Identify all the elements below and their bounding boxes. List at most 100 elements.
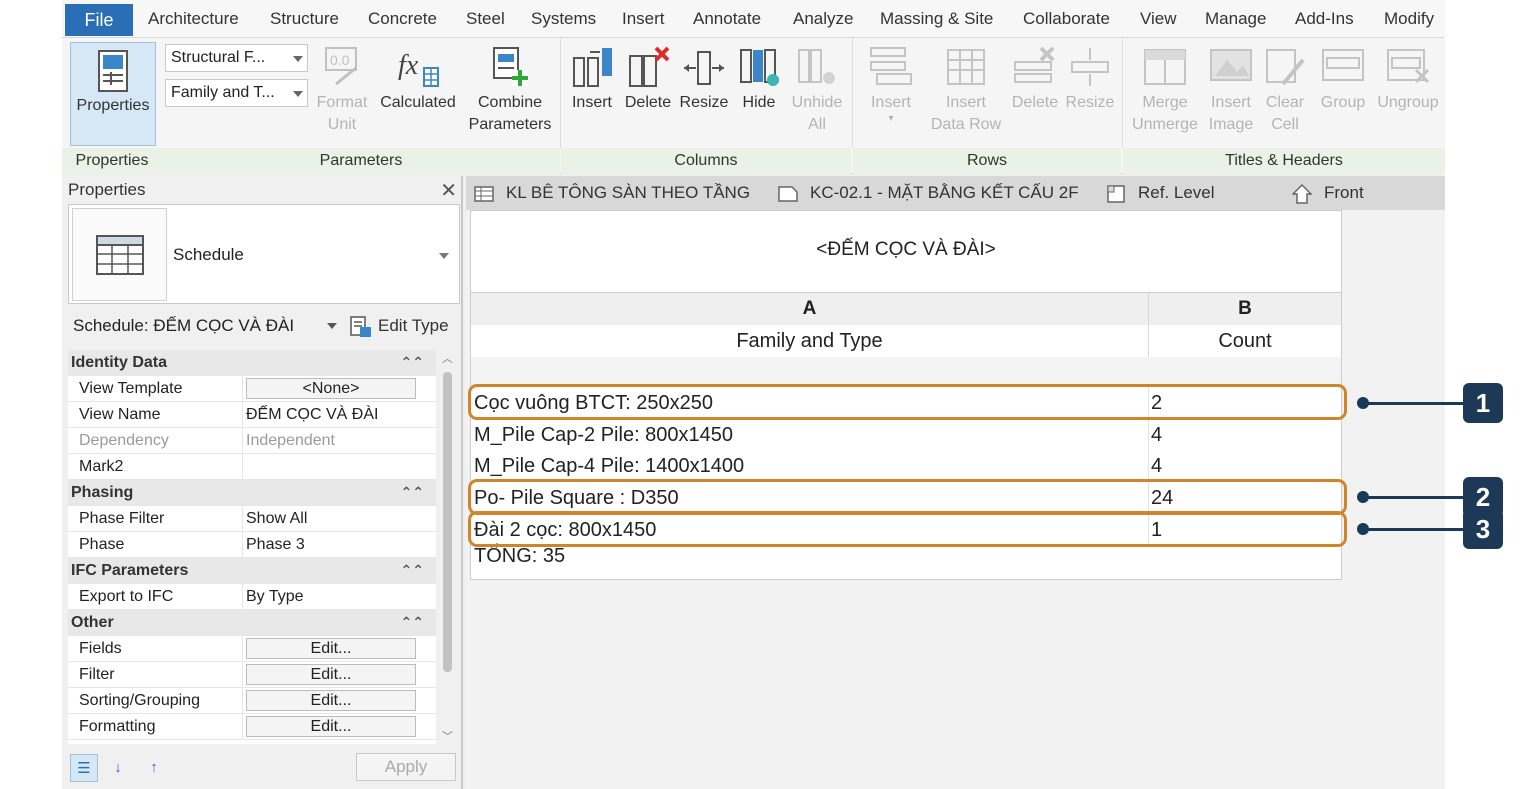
- scroll-down-icon[interactable]: ﹀: [442, 728, 453, 744]
- prop-name: Sorting/Grouping: [79, 688, 243, 714]
- tab-ref-level[interactable]: Ref. Level: [1106, 176, 1215, 210]
- sort-descending-icon[interactable]: ↑: [140, 754, 168, 782]
- collapse-icon[interactable]: ⌃⌃: [401, 350, 424, 375]
- table-row[interactable]: M_Pile Cap-4 Pile: 1400x1400 4: [471, 450, 1341, 482]
- column-divider: [1148, 293, 1149, 357]
- properties-button[interactable]: Properties: [70, 42, 156, 146]
- menu-view[interactable]: View: [1140, 0, 1177, 38]
- menu-massing-site[interactable]: Massing & Site: [880, 0, 993, 38]
- prop-row-formatting: Formatting Edit...: [68, 714, 436, 740]
- menu-insert[interactable]: Insert: [622, 0, 665, 38]
- prop-name: Filter: [79, 662, 243, 688]
- scrollbar-thumb[interactable]: [443, 372, 452, 672]
- menu-systems[interactable]: Systems: [531, 0, 596, 38]
- insert-row-button[interactable]: Insert ▾: [862, 46, 920, 124]
- tab-label: KL BÊ TÔNG SÀN THEO TẦNG: [506, 183, 751, 202]
- column-header-family-type[interactable]: Family and Type: [471, 326, 1148, 357]
- view-name-field[interactable]: ĐẾM CỌC VÀ ĐÀI: [246, 402, 434, 428]
- menu-manage[interactable]: Manage: [1205, 0, 1266, 38]
- instance-selector[interactable]: Schedule: ĐẾM CỌC VÀ ĐÀI: [68, 312, 343, 340]
- insert-data-row-button[interactable]: Insert Data Row: [928, 46, 1004, 136]
- menu-concrete[interactable]: Concrete: [368, 0, 437, 38]
- insert-column-icon: [573, 48, 612, 87]
- group-identity-data[interactable]: Identity Data ⌃⌃: [68, 350, 436, 376]
- callout-line: [1366, 402, 1463, 405]
- svg-text:fx: fx: [398, 50, 419, 81]
- edit-type-button[interactable]: Edit Type: [350, 312, 449, 340]
- ribbon: Properties Structural F... Family and T.…: [62, 38, 1445, 174]
- group-other[interactable]: Other ⌃⌃: [68, 610, 436, 636]
- prop-name: Export to IFC: [79, 584, 243, 610]
- menu-structure[interactable]: Structure: [270, 0, 339, 38]
- collapse-icon[interactable]: ⌃⌃: [401, 558, 424, 583]
- properties-scrollbar[interactable]: ︿ ﹀: [440, 350, 454, 744]
- resize-row-button[interactable]: Resize: [1062, 46, 1118, 114]
- close-icon[interactable]: ✕: [440, 178, 457, 203]
- hide-column-button[interactable]: Hide: [734, 46, 784, 114]
- menu-modify[interactable]: Modify: [1384, 0, 1434, 38]
- count-cell[interactable]: 4: [1151, 419, 1162, 451]
- calculated-button[interactable]: fx Calculated: [376, 46, 460, 114]
- filter-edit-button[interactable]: Edit...: [246, 664, 416, 685]
- file-tab[interactable]: File: [65, 4, 133, 36]
- insert-image-button[interactable]: Insert Image: [1206, 46, 1256, 136]
- type-selector[interactable]: Schedule: [68, 204, 460, 304]
- tab-kl-be-tong[interactable]: KL BÊ TÔNG SÀN THEO TẦNG: [474, 176, 750, 210]
- menu-architecture[interactable]: Architecture: [148, 0, 239, 38]
- column-letter-a[interactable]: A: [471, 293, 1148, 325]
- insert-column-button[interactable]: Insert: [568, 46, 616, 114]
- formatting-edit-button[interactable]: Edit...: [246, 716, 416, 737]
- collapse-icon[interactable]: ⌃⌃: [401, 610, 424, 635]
- merge-unmerge-button[interactable]: Merge Unmerge: [1128, 46, 1202, 136]
- ungroup-button[interactable]: Ungroup: [1374, 46, 1442, 114]
- category-combo[interactable]: Structural F...: [165, 44, 308, 72]
- panel-label-rows: Rows: [853, 148, 1121, 174]
- menu-analyze[interactable]: Analyze: [793, 0, 853, 38]
- tab-front[interactable]: Front: [1292, 176, 1364, 210]
- group-ifc-parameters[interactable]: IFC Parameters ⌃⌃: [68, 558, 436, 584]
- menu-steel[interactable]: Steel: [466, 0, 505, 38]
- schedule-title[interactable]: <ĐẾM CỌC VÀ ĐÀI>: [471, 211, 1341, 293]
- mark2-field[interactable]: [246, 454, 434, 480]
- collapse-icon[interactable]: ⌃⌃: [401, 480, 424, 505]
- unhide-all-button[interactable]: Unhide All: [788, 46, 846, 136]
- export-ifc-select[interactable]: By Type: [246, 584, 434, 610]
- callout-badge-3: 3: [1463, 509, 1503, 549]
- group-phasing[interactable]: Phasing ⌃⌃: [68, 480, 436, 506]
- sort-ascending-icon[interactable]: ↓: [104, 754, 132, 782]
- format-unit-button[interactable]: 0.0 Format Unit: [312, 46, 372, 136]
- resize-column-button[interactable]: Resize: [676, 46, 732, 114]
- tab-kc-02-1[interactable]: KC-02.1 - MẶT BẰNG KẾT CẤU 2F: [778, 176, 1079, 210]
- format-unit-icon: 0.0: [325, 47, 357, 86]
- table-row[interactable]: M_Pile Cap-2 Pile: 800x1450 4: [471, 419, 1341, 451]
- phase-filter-select[interactable]: Show All: [246, 506, 434, 532]
- family-type-cell[interactable]: M_Pile Cap-4 Pile: 1400x1400: [474, 450, 744, 482]
- insert-image-label-1: Insert: [1210, 94, 1251, 111]
- menu-collaborate[interactable]: Collaborate: [1023, 0, 1110, 38]
- family-type-cell[interactable]: M_Pile Cap-2 Pile: 800x1450: [474, 419, 733, 451]
- group-button[interactable]: Group: [1316, 46, 1370, 114]
- prop-name: Phase: [79, 532, 243, 558]
- tab-label: KC-02.1 - MẶT BẰNG KẾT CẤU 2F: [810, 183, 1079, 202]
- apply-button[interactable]: Apply: [356, 753, 456, 781]
- column-header-count[interactable]: Count: [1149, 326, 1341, 357]
- column-letter-b[interactable]: B: [1149, 293, 1341, 325]
- combine-parameters-button[interactable]: Combine Parameters: [464, 46, 556, 136]
- menu-annotate[interactable]: Annotate: [693, 0, 761, 38]
- scroll-up-icon[interactable]: ︿: [442, 350, 453, 366]
- fields-edit-button[interactable]: Edit...: [246, 638, 416, 659]
- clear-cell-button[interactable]: Clear Cell: [1260, 46, 1310, 136]
- phase-select[interactable]: Phase 3: [246, 532, 434, 558]
- field-combo[interactable]: Family and T...: [165, 79, 308, 107]
- count-cell[interactable]: 4: [1151, 450, 1162, 482]
- delete-column-button[interactable]: Delete: [622, 46, 674, 114]
- prop-name: Phase Filter: [79, 506, 243, 532]
- menu-bar: File Architecture Structure Concrete Ste…: [62, 0, 1445, 38]
- chevron-down-icon: [293, 91, 303, 97]
- sorting-edit-button[interactable]: Edit...: [246, 690, 416, 711]
- delete-row-button[interactable]: Delete: [1008, 46, 1062, 114]
- view-template-button[interactable]: <None>: [246, 378, 416, 399]
- menu-add-ins[interactable]: Add-Ins: [1295, 0, 1354, 38]
- cell-divider: [1148, 419, 1149, 451]
- categorized-icon[interactable]: ☰: [70, 754, 98, 782]
